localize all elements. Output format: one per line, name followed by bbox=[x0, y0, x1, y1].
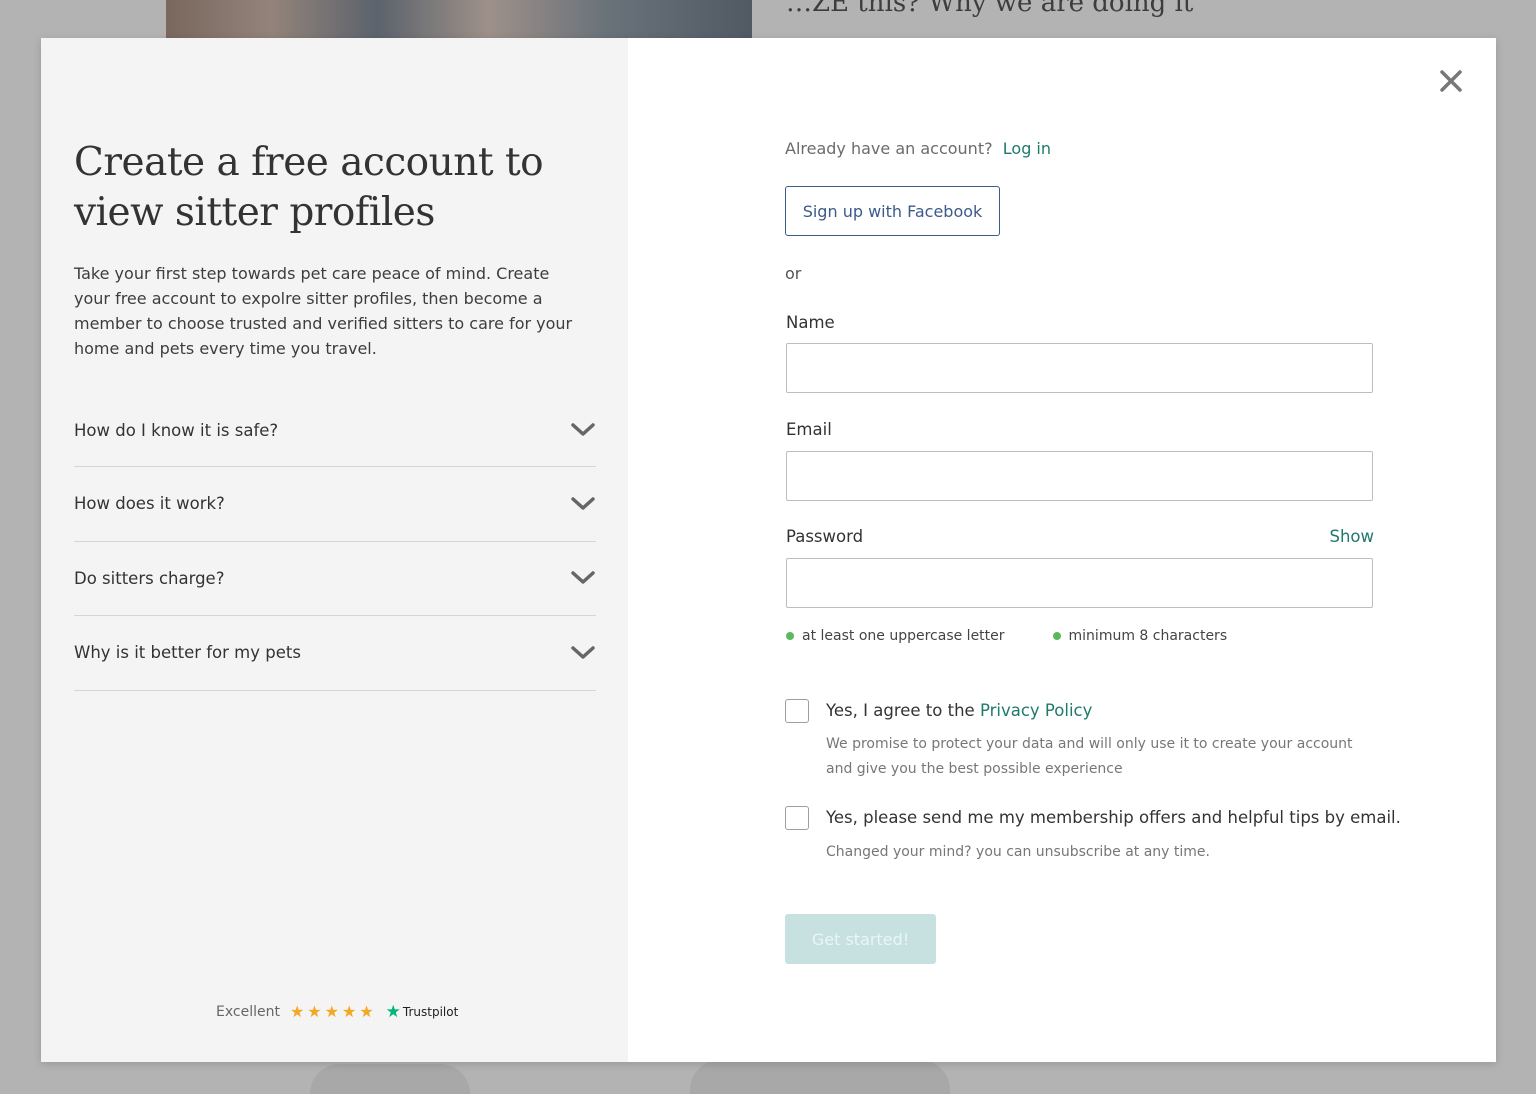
chevron-down-icon bbox=[570, 569, 596, 587]
privacy-consent-text: Yes, I agree to the bbox=[826, 701, 975, 720]
faq-item-pets[interactable]: Why is it better for my pets bbox=[74, 616, 596, 691]
star-icon: ★ bbox=[289, 1002, 305, 1021]
background-heading: …ZE this? Why we are doing it bbox=[786, 0, 1194, 18]
login-prompt-text: Already have an account? bbox=[785, 139, 993, 158]
signup-form-panel: Already have an account? Log in Sign up … bbox=[628, 38, 1496, 1062]
marketing-checkbox[interactable] bbox=[785, 806, 809, 830]
faq-item-label: Do sitters charge? bbox=[74, 568, 225, 588]
faq-item-label: How do I know it is safe? bbox=[74, 420, 279, 440]
name-label: Name bbox=[786, 313, 835, 332]
facebook-signup-button[interactable]: Sign up with Facebook bbox=[785, 186, 1000, 236]
close-button[interactable] bbox=[1436, 66, 1466, 96]
rating-text: Excellent bbox=[216, 1004, 280, 1020]
privacy-consent: Yes, I agree to the Privacy Policy bbox=[826, 701, 1092, 720]
password-input[interactable] bbox=[786, 558, 1373, 608]
marketing-subtext: Changed your mind? you can unsubscribe a… bbox=[826, 844, 1210, 860]
login-prompt: Already have an account? Log in bbox=[785, 139, 1051, 158]
faq-accordion: How do I know it is safe? How does it wo… bbox=[74, 394, 596, 691]
star-icon: ★ bbox=[307, 1002, 322, 1021]
signup-modal: Create a free account to view sitter pro… bbox=[41, 38, 1496, 1062]
password-rule-text: at least one uppercase letter bbox=[802, 628, 1005, 644]
star-icon: ★ bbox=[359, 1002, 374, 1021]
check-dot-icon bbox=[786, 632, 794, 640]
star-icon: ★ bbox=[341, 1002, 357, 1021]
email-label: Email bbox=[786, 420, 832, 439]
or-divider: or bbox=[785, 264, 802, 283]
intro-text: Take your first step towards pet care pe… bbox=[74, 264, 573, 358]
password-label: Password bbox=[786, 527, 864, 546]
faq-item-charge[interactable]: Do sitters charge? bbox=[74, 542, 596, 616]
email-input[interactable] bbox=[786, 451, 1373, 501]
password-rule-text: minimum 8 characters bbox=[1068, 628, 1228, 644]
faq-item-safe[interactable]: How do I know it is safe? bbox=[74, 394, 596, 467]
get-started-button[interactable]: Get started! bbox=[785, 914, 936, 964]
password-rule: minimum 8 characters bbox=[1052, 628, 1228, 644]
privacy-policy-link[interactable]: Privacy Policy bbox=[980, 701, 1092, 720]
chevron-down-icon bbox=[570, 421, 596, 439]
faq-item-label: Why is it better for my pets bbox=[74, 643, 301, 663]
privacy-checkbox[interactable] bbox=[785, 699, 809, 723]
trustpilot-star-icon: ★ bbox=[385, 1002, 401, 1022]
chevron-down-icon bbox=[570, 644, 596, 662]
background-hero-photo bbox=[166, 0, 752, 38]
chevron-down-icon bbox=[570, 495, 596, 513]
background-illustration bbox=[690, 1060, 950, 1094]
trustpilot-logo: ★ Trustpilot bbox=[386, 1002, 459, 1022]
background-illustration bbox=[310, 1064, 470, 1094]
name-input[interactable] bbox=[786, 343, 1373, 393]
login-link[interactable]: Log in bbox=[1003, 139, 1051, 158]
star-icon: ★ bbox=[324, 1002, 339, 1021]
marketing-consent-text: Yes, please send me my membership offers… bbox=[826, 808, 1401, 827]
privacy-subtext: We promise to protect your data and will… bbox=[826, 736, 1353, 777]
info-panel: Create a free account to view sitter pro… bbox=[41, 38, 628, 1062]
password-rule: at least one uppercase letter bbox=[786, 628, 1005, 644]
faq-item-label: How does it work? bbox=[74, 494, 225, 514]
show-password-toggle[interactable]: Show bbox=[1329, 527, 1374, 546]
trustpilot-brand: Trustpilot bbox=[402, 1005, 459, 1019]
rating-stars: ★ ★ ★ ★ ★ bbox=[290, 1004, 374, 1020]
password-rules: at least one uppercase letter minimum 8 … bbox=[786, 628, 1227, 644]
check-dot-icon bbox=[1052, 632, 1061, 640]
page-title: Create a free account to view sitter pro… bbox=[74, 140, 544, 235]
close-icon bbox=[1440, 70, 1462, 92]
trustpilot-rating[interactable]: Excellent ★ ★ ★ ★ ★ ★ Trustpilot bbox=[216, 1002, 458, 1022]
faq-item-how-it-works[interactable]: How does it work? bbox=[74, 467, 596, 542]
